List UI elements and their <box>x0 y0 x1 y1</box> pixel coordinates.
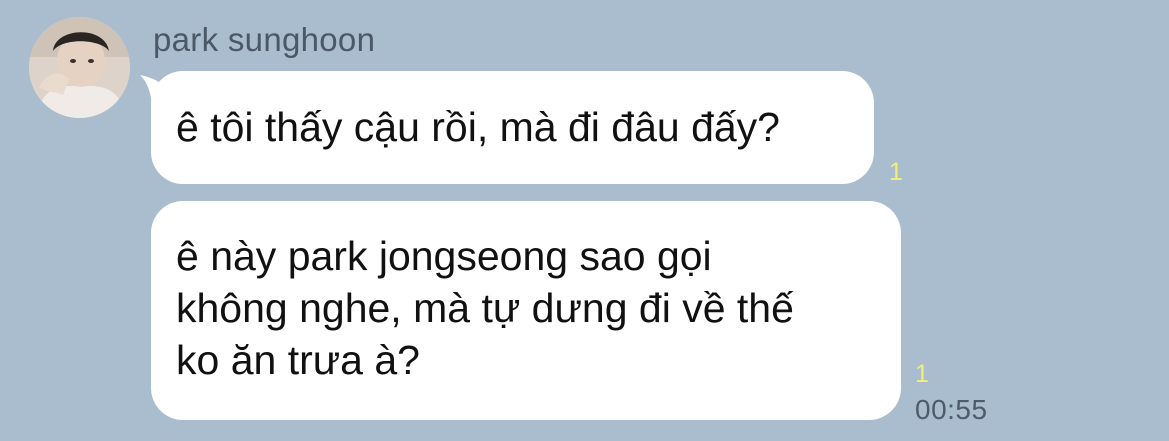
message-text-line: ê này park jongseong sao gọi <box>176 233 712 279</box>
read-count: 1 <box>889 158 903 186</box>
message-bubble[interactable]: ê tôi thấy cậu rồi, mà đi đâu đấy? <box>151 71 874 184</box>
message-bubble[interactable]: ê này park jongseong sao gọi không nghe,… <box>151 201 901 420</box>
avatar-photo <box>29 17 130 118</box>
read-count: 1 <box>915 360 929 388</box>
sender-avatar[interactable] <box>29 17 130 118</box>
message-timestamp: 00:55 <box>915 394 988 425</box>
message-text-line: không nghe, mà tự dưng đi về thế <box>176 285 794 331</box>
message-text-line: ko ăn trưa à? <box>176 337 420 383</box>
message-text: ê tôi thấy cậu rồi, mà đi đâu đấy? <box>176 104 780 150</box>
sender-name: park sunghoon <box>153 21 376 58</box>
